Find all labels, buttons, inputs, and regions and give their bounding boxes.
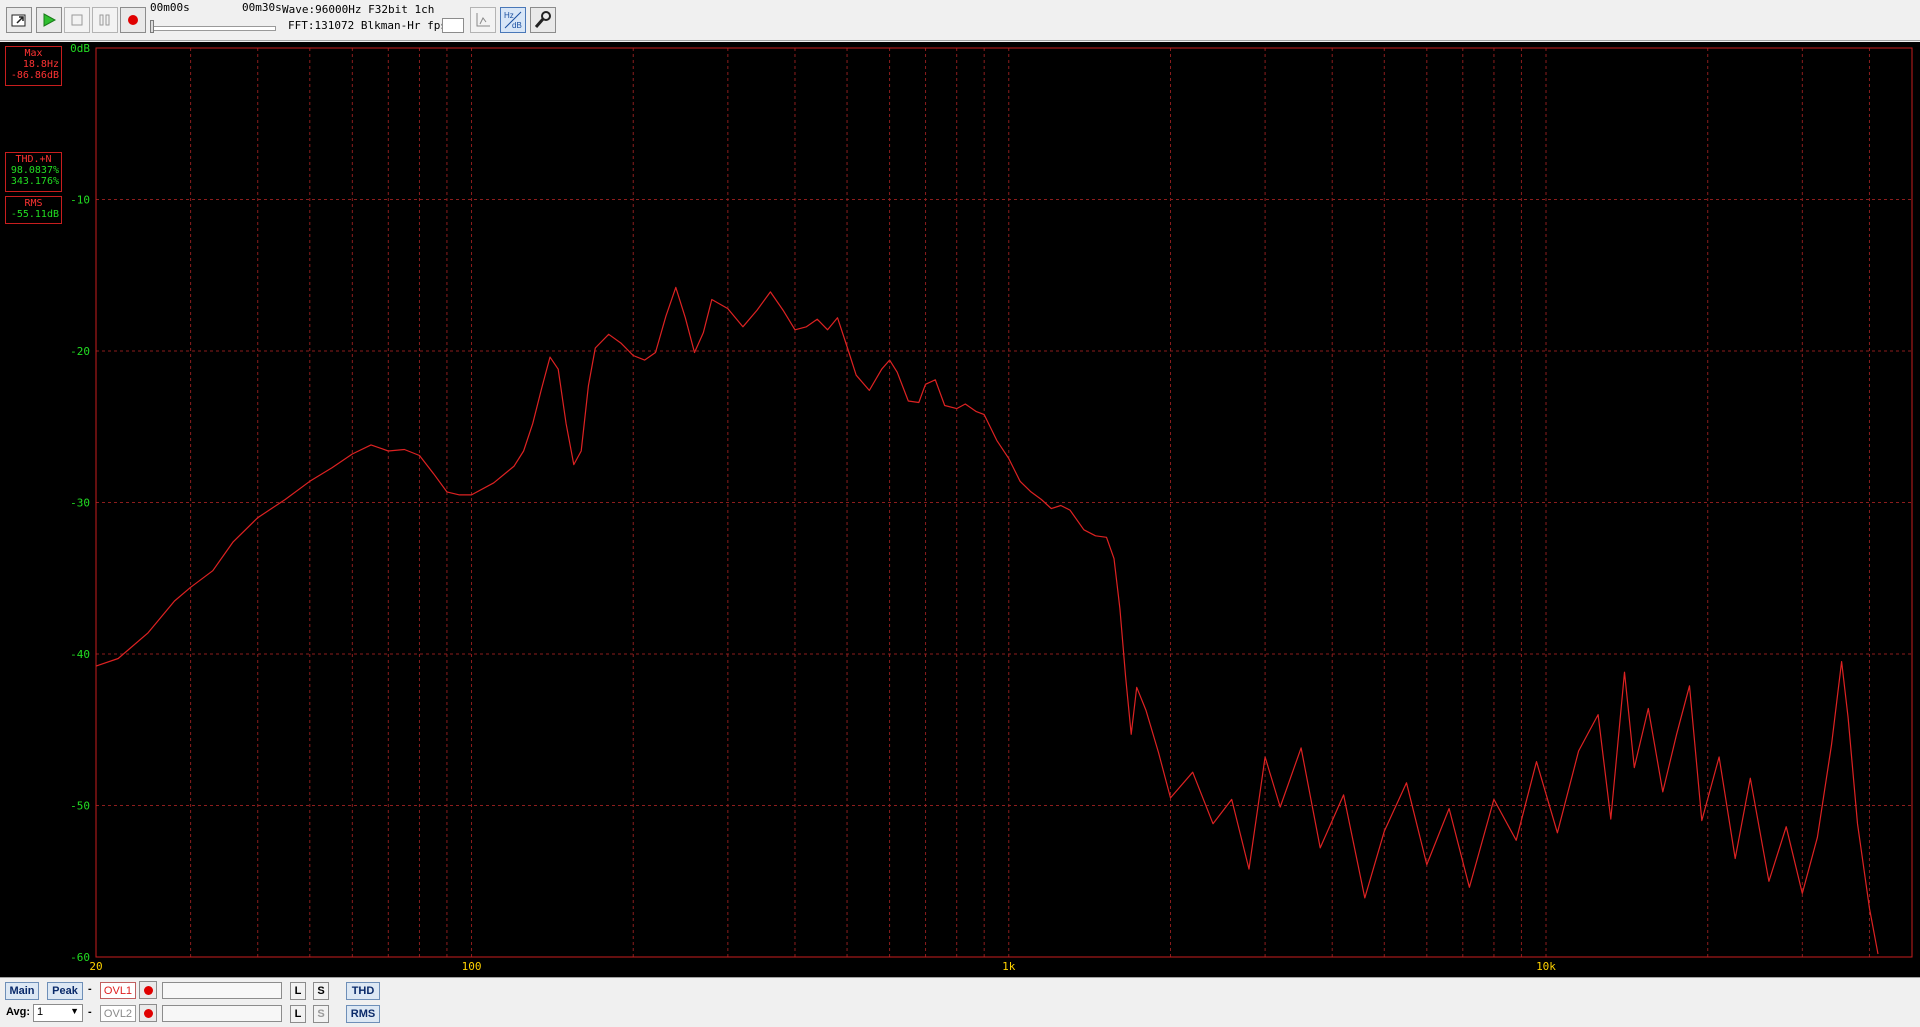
left-channel-button-2[interactable]: L — [290, 1005, 306, 1023]
record-icon — [143, 1008, 153, 1018]
folder-arrow-icon — [11, 14, 26, 27]
fps-field — [442, 18, 464, 33]
max-readout: Max 18.8Hz -86.86dB — [5, 46, 62, 86]
hz-db-button[interactable]: Hz dB — [500, 7, 526, 33]
spectrum-trace — [95, 286, 1879, 955]
record-button[interactable] — [120, 7, 146, 33]
separator-dash-2: - — [88, 1006, 92, 1018]
svg-text:dB: dB — [512, 21, 522, 30]
ovl1-record-button[interactable] — [139, 981, 157, 999]
play-button[interactable] — [36, 7, 62, 33]
stereo-button[interactable]: S — [313, 982, 329, 1000]
x-tick-label: 10k — [1536, 960, 1556, 973]
spectrum-plot[interactable]: 0dB -10 -20 -30 -40 -50 -60 20 100 1k 10k Max 18.8… — [0, 42, 1920, 977]
ovl1-indicator: OVL1 — [100, 982, 136, 999]
seek-slider-thumb[interactable] — [150, 20, 154, 33]
thd-readout: THD.+N 98.0837% 343.176% — [5, 152, 62, 192]
avg-label: Avg: — [6, 1006, 31, 1018]
stereo-button-2[interactable]: S — [313, 1005, 329, 1023]
y-tick-label: 0dB — [70, 42, 90, 55]
stop-button[interactable] — [64, 7, 90, 33]
thd-readout-header: THD.+N — [15, 154, 52, 165]
avg-select[interactable]: 1 ▼ — [33, 1004, 83, 1022]
spectrum-chart: 0dB -10 -20 -30 -40 -50 -6020 100 1k 10k — [70, 42, 1913, 973]
rms-readout-value: -55.11dB — [10, 209, 59, 220]
pause-button[interactable] — [92, 7, 118, 33]
settings-button[interactable] — [530, 7, 556, 33]
thd-readout-value1: 98.0837% — [10, 165, 59, 176]
ovl2-indicator: OVL2 — [100, 1005, 136, 1022]
time-start-label: 00m00s — [150, 1, 190, 14]
ovl2-record-button[interactable] — [139, 1004, 157, 1022]
rms-readout-header: RMS — [24, 198, 43, 209]
ovl1-field — [162, 982, 282, 999]
peak-button[interactable]: Peak — [47, 982, 83, 1000]
open-file-button[interactable] — [6, 7, 32, 33]
x-tick-label: 100 — [462, 960, 482, 973]
max-readout-freq: 18.8Hz — [22, 59, 59, 70]
thd-button[interactable]: THD — [346, 982, 380, 1000]
y-tick-label: -50 — [70, 800, 90, 813]
y-tick-label: -30 — [70, 497, 90, 510]
thd-readout-value2: 343.176% — [10, 176, 59, 187]
ovl2-field — [162, 1005, 282, 1022]
toolbar: 00m00s 00m30s Wave:96000Hz F32bit 1ch FF… — [0, 0, 1920, 41]
hz-db-icon: Hz dB — [504, 11, 522, 30]
x-tick-label: 1k — [1002, 960, 1016, 973]
peak-hold-button[interactable] — [470, 7, 496, 33]
main-button[interactable]: Main — [5, 982, 39, 1000]
stop-icon — [71, 14, 83, 26]
seek-slider-track[interactable] — [150, 26, 276, 31]
left-channel-button[interactable]: L — [290, 982, 306, 1000]
x-tick-label: 20 — [89, 960, 102, 973]
avg-select-value: 1 — [37, 1006, 44, 1018]
max-readout-header: Max — [24, 48, 43, 59]
separator-dash-1: - — [88, 983, 92, 995]
bottom-bar: Main Peak - OVL1 L S THD Avg: - OVL2 L S… — [0, 977, 1920, 1027]
wave-info-label: Wave:96000Hz F32bit 1ch — [282, 3, 435, 16]
rms-button[interactable]: RMS — [346, 1005, 380, 1023]
max-readout-level: -86.86dB — [10, 70, 59, 81]
wrench-icon — [534, 11, 551, 28]
peak-hold-icon — [476, 13, 490, 27]
rms-readout: RMS -55.11dB — [5, 196, 62, 224]
y-tick-label: -20 — [70, 345, 90, 358]
y-tick-label: -40 — [70, 648, 90, 661]
pause-icon — [99, 14, 110, 26]
chevron-down-icon: ▼ — [70, 1006, 79, 1016]
y-tick-label: -10 — [70, 194, 90, 207]
y-tick-label: -60 — [70, 951, 90, 964]
play-icon — [43, 13, 57, 27]
svg-text:Hz: Hz — [504, 11, 514, 20]
record-icon — [143, 985, 153, 995]
record-icon — [128, 15, 138, 25]
fft-info-label: FFT:131072 Blkman-Hr fps: — [288, 19, 454, 32]
time-end-label: 00m30s — [242, 1, 282, 14]
